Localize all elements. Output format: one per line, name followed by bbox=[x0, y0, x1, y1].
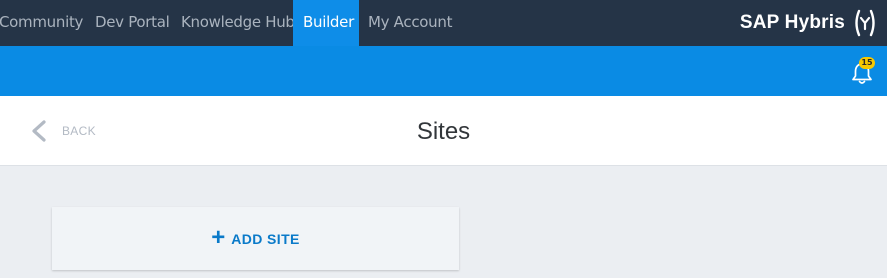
add-site-button[interactable]: + ADD SITE bbox=[52, 207, 459, 270]
add-site-label: ADD SITE bbox=[231, 230, 300, 247]
toolbar: 15 bbox=[0, 46, 887, 96]
notification-badge: 15 bbox=[859, 57, 875, 69]
top-navigation-bar: Community Dev Portal Knowledge Hub Build… bbox=[0, 0, 887, 46]
page-header: BACK Sites bbox=[0, 96, 887, 166]
brand-logo-icon bbox=[855, 9, 875, 37]
plus-icon: + bbox=[211, 223, 226, 251]
brand[interactable]: SAP Hybris bbox=[740, 0, 877, 46]
page-title: Sites bbox=[416, 118, 471, 145]
nav-tab-knowledge-hub[interactable]: Knowledge Hub bbox=[181, 0, 295, 46]
notifications-button[interactable]: 15 bbox=[851, 57, 875, 85]
nav-tab-dev-portal[interactable]: Dev Portal bbox=[95, 0, 170, 46]
nav-tab-builder[interactable]: Builder bbox=[293, 0, 359, 46]
brand-name: SAP Hybris bbox=[739, 12, 845, 33]
nav-tab-my-account[interactable]: My Account bbox=[368, 0, 452, 46]
nav-tab-community[interactable]: Community bbox=[0, 0, 83, 46]
